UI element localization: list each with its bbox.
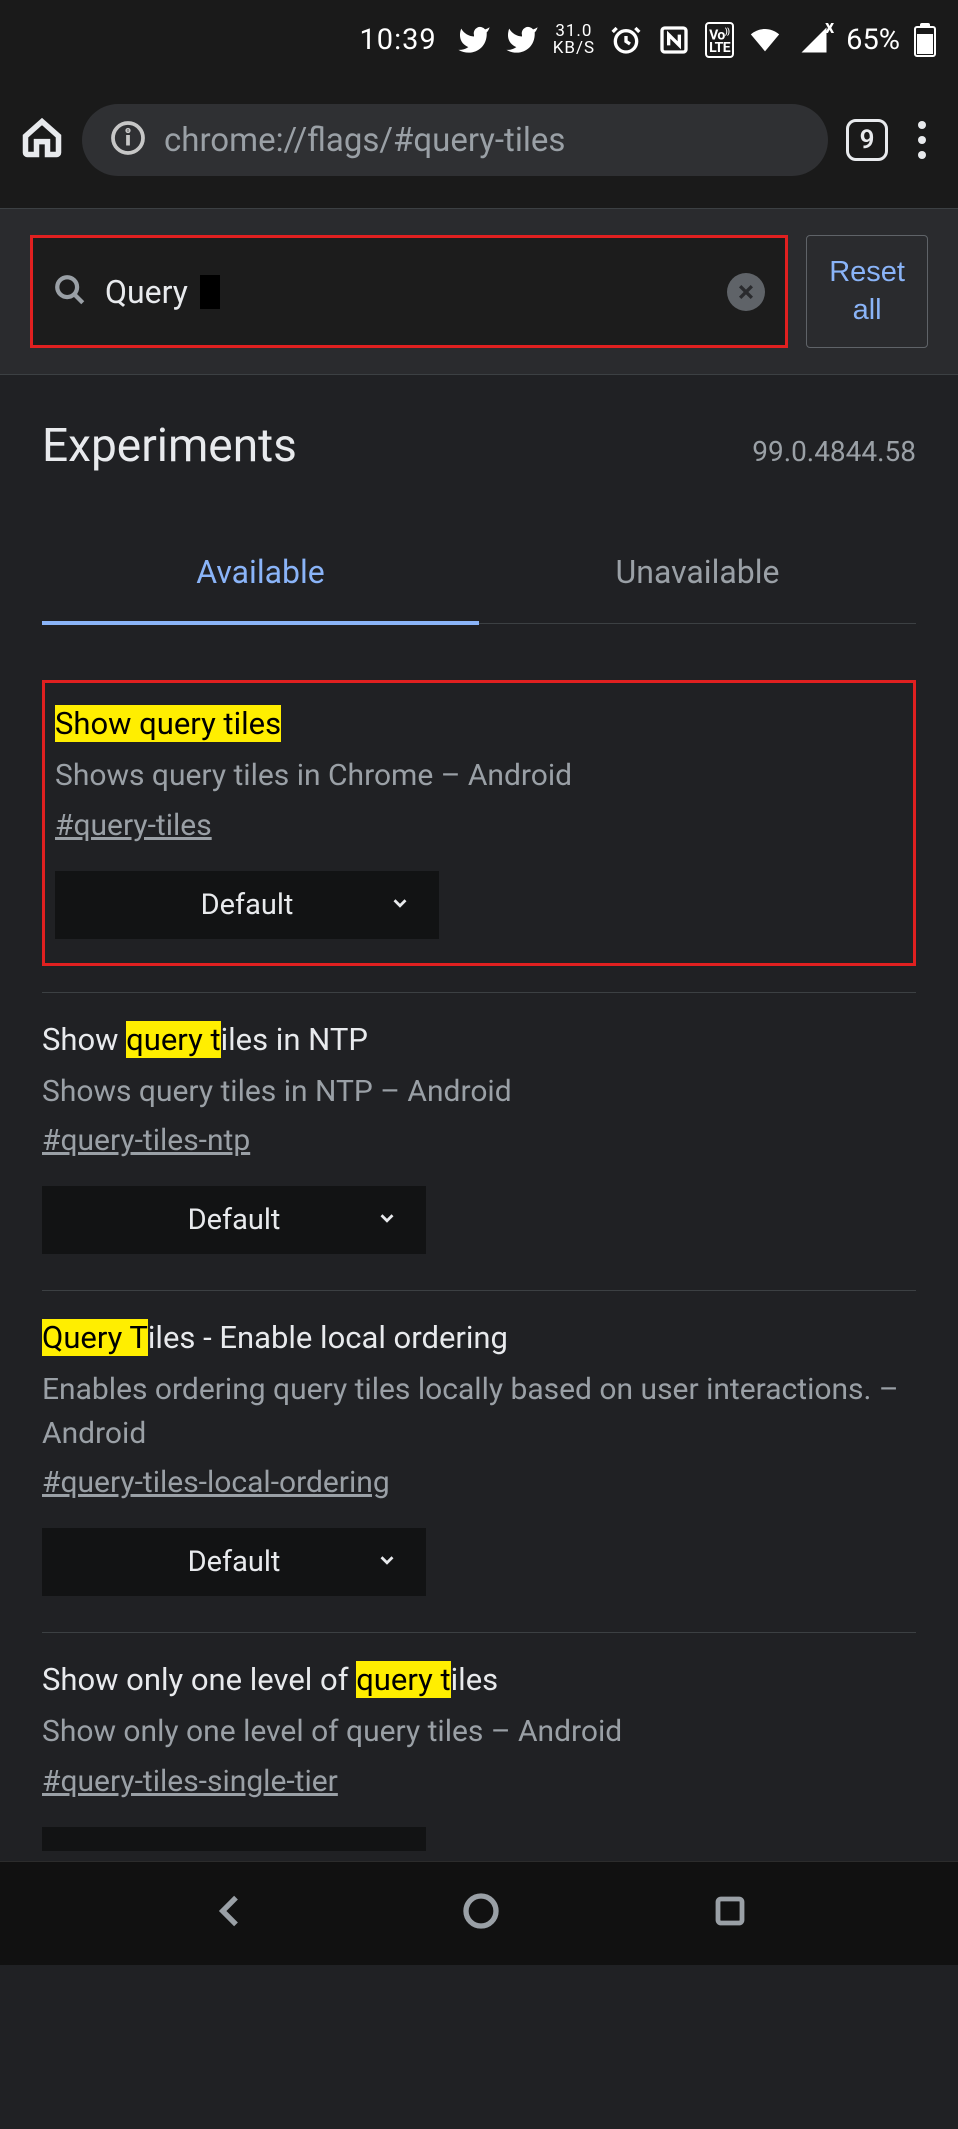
flag-title: Show query tiles: [55, 705, 903, 742]
flag-description: Enables ordering query tiles locally bas…: [42, 1368, 916, 1455]
flag-title: Query Tiles - Enable local ordering: [42, 1319, 916, 1356]
flag-anchor-link[interactable]: #query-tiles-local-ordering: [42, 1465, 390, 1500]
nav-home-button[interactable]: [461, 1891, 501, 1935]
flag-anchor-link[interactable]: #query-tiles: [55, 808, 212, 843]
overflow-menu-button[interactable]: [906, 121, 938, 159]
tab-bar: Available Unavailable: [42, 553, 916, 624]
url-text: chrome://flags/#query-tiles: [164, 121, 565, 160]
volte-icon: Vo))LTE: [705, 22, 734, 58]
nfc-icon: [657, 23, 691, 57]
nav-recents-button[interactable]: [712, 1893, 748, 1933]
battery-pct: 65%: [846, 23, 900, 57]
flag-anchor-link[interactable]: #query-tiles-ntp: [42, 1123, 250, 1158]
battery-icon: [914, 23, 936, 57]
system-nav-bar: [0, 1861, 958, 1965]
flags-search-input[interactable]: Query: [30, 235, 788, 348]
wifi-icon: [748, 23, 782, 57]
tab-unavailable[interactable]: Unavailable: [479, 553, 916, 623]
clock: 10:39: [359, 23, 436, 57]
text-cursor: [200, 275, 220, 309]
page-header: Experiments 99.0.4844.58: [0, 375, 958, 483]
reset-all-button[interactable]: Reset all: [806, 235, 928, 348]
search-value: Query: [105, 273, 188, 311]
chevron-down-icon: [376, 1545, 398, 1579]
flag-entry: Show query tiles Shows query tiles in Ch…: [42, 680, 916, 966]
alarm-icon: [609, 23, 643, 57]
status-bar: 10:39 31.0 KB/S Vo))LTE x 65%: [0, 0, 958, 80]
flag-select[interactable]: Default: [42, 1186, 426, 1254]
net-speed: 31.0 KB/S: [553, 23, 595, 57]
flags-search-row: Query Reset all: [0, 209, 958, 375]
page-title: Experiments: [42, 419, 297, 473]
flag-entry: Show only one level of query tiles Show …: [42, 1632, 916, 1861]
flag-select[interactable]: Default: [42, 1528, 426, 1596]
tab-available[interactable]: Available: [42, 553, 479, 625]
flag-title: Show only one level of query tiles: [42, 1661, 916, 1698]
tab-switcher-button[interactable]: 9: [846, 119, 888, 161]
flag-entry: Query Tiles - Enable local ordering Enab…: [42, 1290, 916, 1632]
url-bar[interactable]: chrome://flags/#query-tiles: [82, 104, 828, 176]
search-icon: [53, 273, 87, 311]
flag-description: Shows query tiles in Chrome – Android: [55, 754, 903, 798]
chevron-down-icon: [389, 888, 411, 922]
chrome-version: 99.0.4844.58: [752, 435, 916, 468]
twitter-icon: [457, 23, 491, 57]
flags-list: Show query tiles Shows query tiles in Ch…: [0, 680, 958, 1861]
flag-select[interactable]: [42, 1827, 426, 1851]
info-icon: [110, 120, 146, 160]
nav-back-button[interactable]: [211, 1891, 251, 1935]
twitter-icon: [505, 23, 539, 57]
browser-toolbar: chrome://flags/#query-tiles 9: [0, 80, 958, 208]
flag-description: Shows query tiles in NTP – Android: [42, 1070, 916, 1114]
chevron-down-icon: [376, 1203, 398, 1237]
flag-select[interactable]: Default: [55, 871, 439, 939]
signal-icon: x: [796, 25, 832, 55]
flag-anchor-link[interactable]: #query-tiles-single-tier: [42, 1764, 338, 1799]
flag-description: Show only one level of query tiles – And…: [42, 1710, 916, 1754]
flag-title: Show query tiles in NTP: [42, 1021, 916, 1058]
flag-entry: Show query tiles in NTP Shows query tile…: [42, 992, 916, 1291]
clear-search-button[interactable]: [727, 273, 765, 311]
home-button[interactable]: [20, 116, 64, 164]
